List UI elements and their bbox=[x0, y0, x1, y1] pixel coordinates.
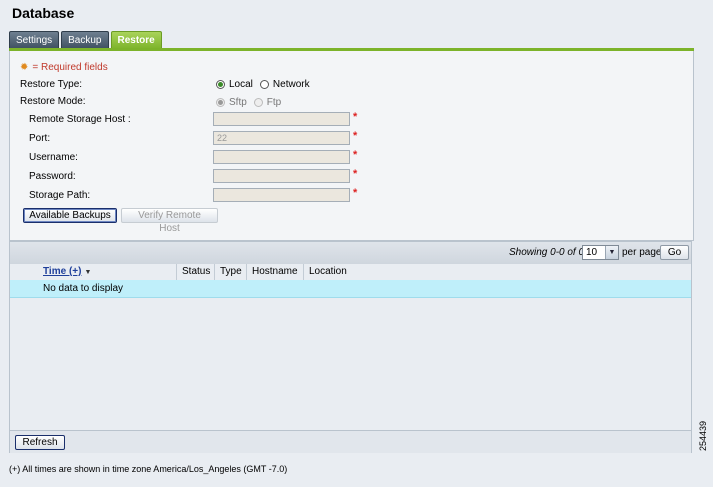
restore-type-network-radio[interactable] bbox=[259, 80, 269, 89]
restore-type-local-radio[interactable] bbox=[216, 80, 225, 89]
pager-summary: Showing 0-0 of 0 bbox=[509, 247, 585, 258]
per-page-select[interactable]: 10 ▼ bbox=[582, 245, 619, 260]
per-page-label: per page bbox=[622, 247, 662, 258]
restore-mode-sftp-radio[interactable] bbox=[216, 98, 225, 107]
port-required-mark: * bbox=[353, 130, 358, 142]
required-fields-text: = Required fields bbox=[32, 62, 108, 73]
go-button[interactable]: Go bbox=[660, 245, 689, 260]
tab-bar: Settings Backup Restore bbox=[9, 31, 162, 49]
username-required-mark: * bbox=[353, 149, 358, 161]
column-header-location: Location bbox=[303, 264, 691, 280]
refresh-button[interactable]: Refresh bbox=[15, 435, 65, 450]
restore-form-panel: ✹ = Required fields Restore Type: Local … bbox=[9, 51, 694, 241]
tab-backup[interactable]: Backup bbox=[61, 31, 109, 49]
remote-host-label: Remote Storage Host : bbox=[29, 114, 131, 125]
username-input[interactable] bbox=[213, 150, 350, 164]
grid-header: Time (+) ▼ Status Type Hostname Location bbox=[10, 264, 691, 281]
restore-type-local-label[interactable]: Local bbox=[229, 79, 253, 90]
restore-mode-ftp-label[interactable]: Ftp bbox=[267, 97, 281, 108]
column-header-time-label[interactable]: Time (+) bbox=[43, 266, 81, 277]
restore-mode-ftp-radio[interactable] bbox=[253, 98, 263, 107]
restore-mode-sftp-label[interactable]: Sftp bbox=[229, 97, 247, 108]
restore-mode-label: Restore Mode: bbox=[20, 96, 86, 107]
timezone-footnote: (+) All times are shown in time zone Ame… bbox=[9, 464, 288, 474]
column-header-time[interactable]: Time (+) ▼ bbox=[38, 264, 176, 280]
storage-path-label: Storage Path: bbox=[29, 190, 91, 201]
restore-type-label: Restore Type: bbox=[20, 79, 83, 90]
page-title: Database bbox=[12, 5, 75, 21]
required-star-icon: ✹ bbox=[20, 62, 29, 73]
password-input[interactable] bbox=[213, 169, 350, 183]
tab-restore[interactable]: Restore bbox=[110, 31, 162, 49]
password-label: Password: bbox=[29, 171, 76, 182]
grid-footer: Refresh bbox=[10, 430, 691, 453]
column-header-type: Type bbox=[214, 264, 246, 280]
restore-mode-group: Sftp Ftp bbox=[216, 97, 281, 108]
required-fields-note: ✹ = Required fields bbox=[20, 62, 108, 73]
backups-grid: Showing 0-0 of 0 10 ▼ per page Go Time (… bbox=[9, 241, 692, 453]
username-label: Username: bbox=[29, 152, 78, 163]
sort-desc-icon: ▼ bbox=[84, 269, 92, 276]
remote-host-required-mark: * bbox=[353, 111, 358, 123]
table-row: No data to display bbox=[10, 280, 691, 298]
tab-settings[interactable]: Settings bbox=[9, 31, 60, 49]
available-backups-button[interactable]: Available Backups bbox=[23, 208, 117, 223]
figure-id: 254439 bbox=[698, 420, 708, 451]
verify-remote-host-button[interactable]: Verify Remote Host bbox=[121, 208, 218, 234]
password-required-mark: * bbox=[353, 168, 358, 180]
chevron-down-icon[interactable]: ▼ bbox=[605, 246, 618, 259]
remote-host-input[interactable] bbox=[213, 112, 350, 126]
storage-path-required-mark: * bbox=[353, 187, 358, 199]
port-label: Port: bbox=[29, 133, 51, 144]
restore-type-group: Local Network bbox=[216, 79, 310, 90]
column-header-hostname: Hostname bbox=[246, 264, 303, 280]
restore-type-network-label[interactable]: Network bbox=[273, 79, 310, 90]
per-page-value: 10 bbox=[586, 247, 598, 258]
empty-message: No data to display bbox=[43, 283, 124, 294]
pager-bar: Showing 0-0 of 0 10 ▼ per page Go bbox=[10, 242, 691, 265]
column-header-status: Status bbox=[176, 264, 214, 280]
storage-path-input[interactable] bbox=[213, 188, 350, 202]
port-input[interactable] bbox=[213, 131, 350, 145]
